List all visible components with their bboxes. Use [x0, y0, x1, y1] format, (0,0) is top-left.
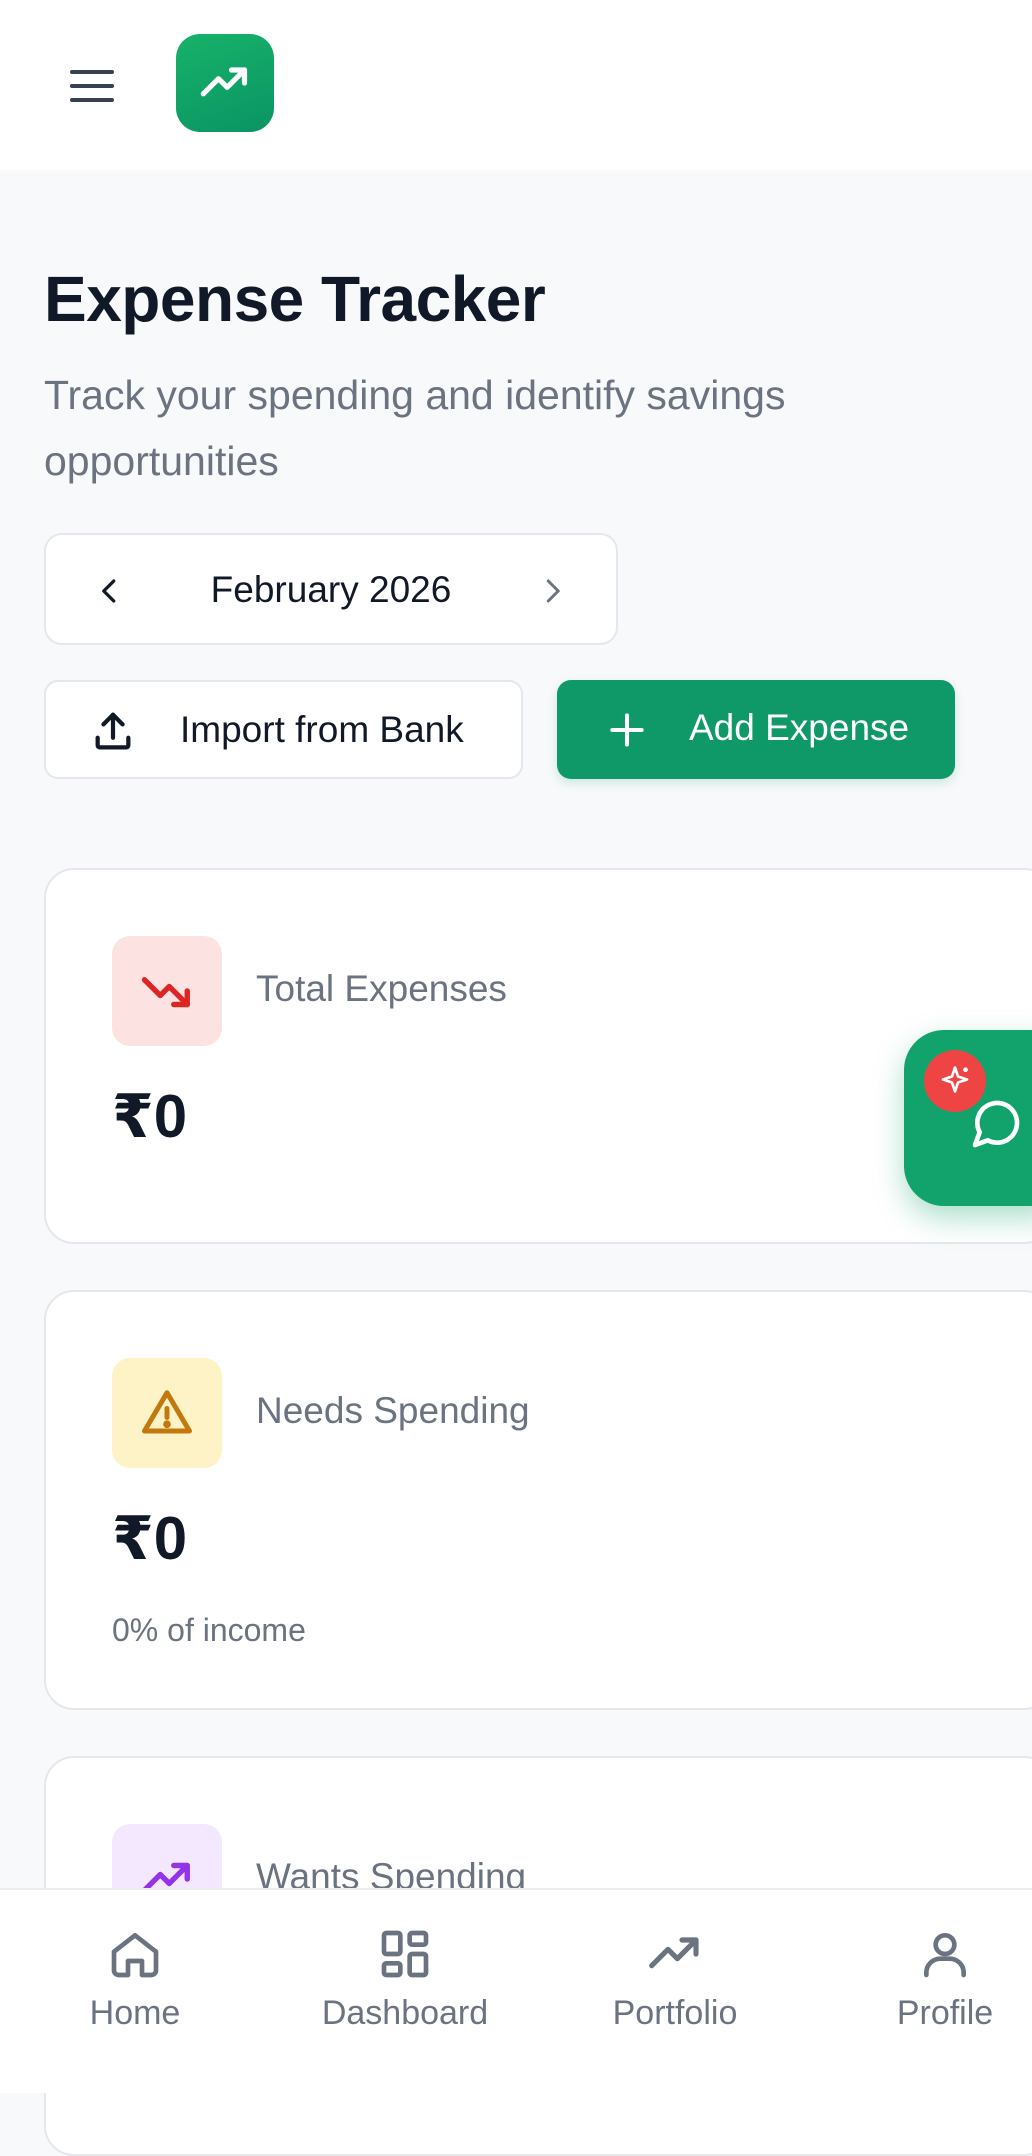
trending-down-icon: [141, 977, 190, 1008]
trending-up-icon: [200, 67, 248, 97]
needs-spending-card: Needs Spending ₹0 0% of income: [44, 1290, 1032, 1710]
plus-icon: [610, 713, 644, 747]
nav-home[interactable]: Home: [20, 1890, 250, 2093]
page-title: Expense Tracker: [44, 263, 546, 335]
nav-dashboard[interactable]: Dashboard: [290, 1890, 520, 2093]
needs-spending-value: ₹0: [112, 1505, 188, 1572]
total-expenses-badge: [112, 936, 222, 1046]
total-expenses-card: Total Expenses ₹0: [44, 868, 1032, 1244]
total-expenses-label: Total Expenses: [256, 968, 507, 1009]
page-subtitle: Track your spending and identify savings…: [44, 372, 786, 484]
top-bar: [0, 0, 1032, 170]
next-month-button[interactable]: [524, 563, 580, 619]
needs-spending-label: Needs Spending: [256, 1390, 530, 1431]
needs-spending-badge: [112, 1358, 222, 1468]
bottom-navigation: Home Dashboard Portfolio Profile: [0, 1888, 1032, 2093]
add-expense-label: Add Expense: [689, 707, 910, 748]
import-from-bank-button[interactable]: Import from Bank: [44, 680, 523, 779]
user-icon: [924, 1933, 966, 1978]
hamburger-icon: [70, 70, 114, 102]
add-expense-button[interactable]: Add Expense: [557, 680, 955, 779]
ai-chat-button[interactable]: [904, 1030, 1032, 1206]
upload-icon: [95, 712, 131, 750]
total-expenses-value: ₹0: [112, 1083, 188, 1150]
nav-profile[interactable]: Profile: [830, 1890, 1032, 2093]
app-logo[interactable]: [176, 34, 274, 132]
menu-button[interactable]: [64, 58, 120, 114]
nav-home-label: Home: [89, 1994, 181, 2032]
trending-up-icon: [649, 1937, 699, 1969]
nav-portfolio[interactable]: Portfolio: [560, 1890, 790, 2093]
nav-portfolio-label: Portfolio: [612, 1994, 738, 2032]
home-icon: [111, 1933, 159, 1978]
chat-bubble-icon: [972, 1100, 1020, 1148]
nav-profile-label: Profile: [896, 1994, 994, 2032]
sparkle-icon: [941, 1066, 969, 1093]
chevron-right-icon: [546, 579, 560, 603]
warning-icon: [142, 1390, 192, 1434]
needs-spending-note: 0% of income: [112, 1612, 306, 1648]
import-button-label: Import from Bank: [180, 709, 464, 750]
nav-dashboard-label: Dashboard: [321, 1994, 489, 2032]
month-picker: February 2026: [44, 533, 618, 645]
dashboard-icon: [381, 1930, 429, 1978]
